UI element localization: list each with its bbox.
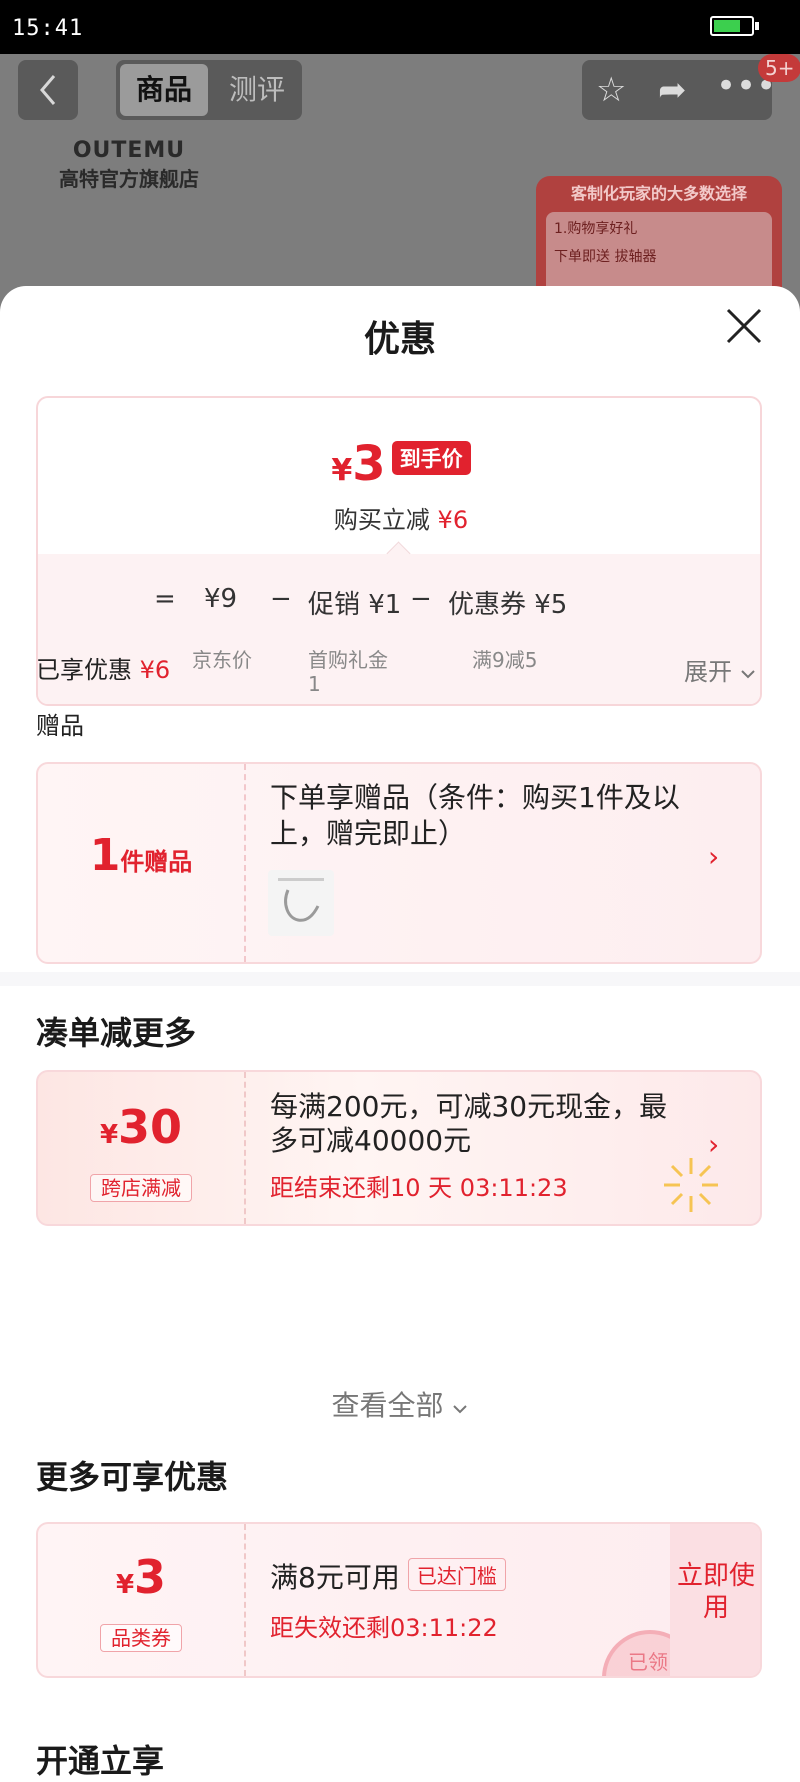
save-amount: ¥6 <box>437 506 469 534</box>
coupon-countdown: 距失效还剩03:11:22 <box>270 1614 498 1642</box>
chevron-left-icon <box>40 75 56 105</box>
star-icon[interactable]: ☆ <box>596 68 626 112</box>
sheet-title: 优惠 <box>363 319 436 360</box>
sparkle-icon <box>664 1158 718 1212</box>
section-divider <box>0 972 800 986</box>
coupon-value: ¥3 <box>115 1550 167 1604</box>
tab-review[interactable]: 测评 <box>216 64 298 116</box>
jd-price: ¥9 <box>204 584 238 614</box>
final-price: ¥3 到手价 <box>38 436 760 492</box>
gift-section-label: 赠品 <box>36 712 84 740</box>
bundle-promo-card[interactable]: ¥30 跨店满减 每满200元，可减30元现金，最多可减40000元 距结束还剩… <box>36 1070 762 1226</box>
promo-label: 首购礼金 <box>308 648 388 672</box>
more-discounts-title: 更多可享优惠 <box>36 1458 229 1496</box>
use-now-button[interactable]: 立即使用 <box>670 1524 760 1676</box>
gift-description: 下单享赠品（条件：购买1件及以上，赠完即止） <box>270 781 680 850</box>
gift-count: 1件赠品 <box>89 830 193 881</box>
banner-title: 客制化玩家的大多数选择 <box>570 184 747 203</box>
notification-badge: 5+ <box>758 54 800 82</box>
coupon-label: 满9减5 <box>472 648 538 672</box>
enjoyed-amount: ¥6 <box>139 656 171 684</box>
close-icon <box>726 308 762 344</box>
banner-line2: 下单即送 拔轴器 <box>554 249 657 265</box>
back-button[interactable] <box>18 60 78 120</box>
brand-name-en: OUTEMU <box>72 138 186 163</box>
final-price-value: 3 <box>352 436 386 492</box>
close-button[interactable] <box>722 304 766 348</box>
save-line: 购买立减 ¥6 <box>333 506 469 534</box>
gift-card[interactable]: 1件赠品 下单享赠品（条件：购买1件及以上，赠完即止） › <box>36 762 762 964</box>
status-bar: 15:41 <box>0 0 800 54</box>
view-all-button[interactable]: 查看全部 <box>0 1384 800 1424</box>
bundle-tag: 跨店满减 <box>90 1174 192 1202</box>
coupon-condition: 满8元可用 已达门槛 <box>270 1556 506 1596</box>
chevron-down-icon <box>740 670 755 679</box>
threshold-reached-tag: 已达门槛 <box>407 1558 506 1591</box>
bundle-section-title: 凑单减更多 <box>36 1014 197 1052</box>
product-tab-switch: 商品 测评 <box>116 60 302 120</box>
brand-name-cn: 高特官方旗舰店 <box>59 167 199 191</box>
enjoyed-discount: 已享优惠 ¥6 <box>36 656 171 684</box>
store-brand[interactable]: OUTEMU 高特官方旗舰店 <box>34 138 224 192</box>
battery-icon <box>710 16 759 36</box>
jd-price-label: 京东价 <box>192 648 252 672</box>
bundle-text: 每满200元，可减30元现金，最多可减40000元 <box>270 1090 668 1157</box>
category-coupon-card[interactable]: ¥3 品类券 满8元可用 已达门槛 距失效还剩03:11:22 已领 立即使用 <box>36 1522 762 1678</box>
gift-thumbnail <box>268 870 334 936</box>
bundle-countdown: 距结束还剩10 天 03:11:23 <box>270 1174 568 1202</box>
status-time: 15:41 <box>12 16 84 41</box>
coupon-type-tag: 品类券 <box>100 1624 182 1652</box>
coupon-amount: 优惠券 ¥5 <box>448 590 568 620</box>
expand-button[interactable]: 展开 <box>684 652 756 687</box>
final-price-tag: 到手价 <box>391 441 471 475</box>
tab-product[interactable]: 商品 <box>120 64 208 116</box>
next-section-title: 开通立享 <box>36 1742 165 1780</box>
chevron-down-icon <box>453 1405 468 1414</box>
top-action-group: ☆ ➦ ••• <box>582 60 776 120</box>
bundle-amount: ¥30 <box>99 1100 183 1154</box>
promo-amount: 促销 ¥1 <box>308 590 402 620</box>
banner-line1: 1.购物享好礼 <box>554 221 638 237</box>
share-icon[interactable]: ➦ <box>658 68 687 112</box>
discount-sheet: 优惠 ¥3 到手价 购买立减 ¥6 = ¥9 − 促销 ¥1 − 优惠券 ¥5 京… <box>0 286 800 1780</box>
chevron-right-icon: › <box>708 840 720 873</box>
